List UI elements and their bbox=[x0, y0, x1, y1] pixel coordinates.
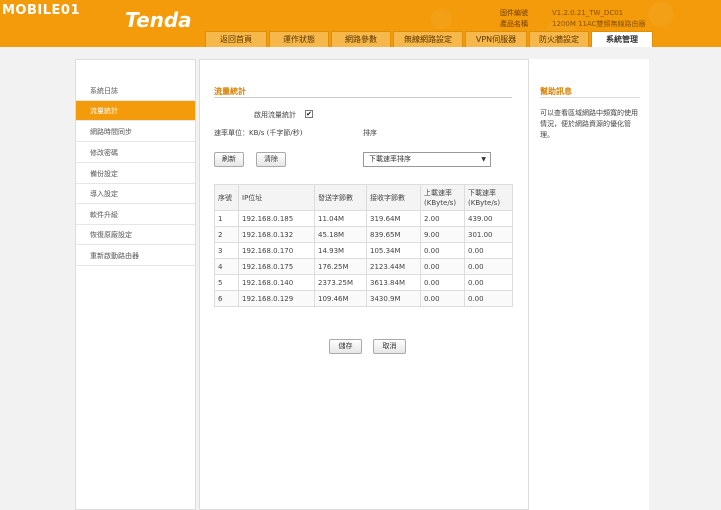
refresh-button[interactable]: 刷新 bbox=[214, 152, 244, 167]
product-label: 產品名稱 bbox=[500, 20, 528, 28]
sidebar: 系統日誌 流量統計 網路時間同步 修改密碼 備份設定 導入設定 軟件升級 恢復原… bbox=[75, 59, 196, 510]
cell-index: 4 bbox=[214, 258, 239, 275]
table-row: 5 192.168.0.140 2373.25M 3613.84M 0.00 0… bbox=[214, 274, 513, 291]
cell-download: 0.00 bbox=[464, 258, 513, 275]
tab-system[interactable]: 系統管理 bbox=[591, 31, 653, 47]
product-value: 1200M 11AC雙頻無線路由器 bbox=[552, 20, 646, 28]
sidebar-item-import[interactable]: 導入設定 bbox=[76, 184, 195, 204]
cell-ip: 192.168.0.129 bbox=[238, 290, 315, 307]
table-row: 3 192.168.0.170 14.93M 105.34M 0.00 0.00 bbox=[214, 242, 513, 259]
brand-logo: Tenda bbox=[125, 8, 192, 32]
chevron-down-icon: ▼ bbox=[481, 156, 486, 163]
sidebar-item-upgrade[interactable]: 軟件升級 bbox=[76, 205, 195, 225]
help-divider bbox=[540, 97, 640, 98]
col-header-ip: IP位址 bbox=[238, 184, 315, 211]
tab-vpn[interactable]: VPN伺服器 bbox=[465, 31, 527, 47]
sort-select[interactable]: 下載速率排序 ▼ bbox=[363, 152, 491, 167]
help-text: 可以查看區域網路中頻寬的使用情況，便於網路資源的優化管理。 bbox=[540, 109, 638, 139]
cell-upload: 0.00 bbox=[420, 258, 465, 275]
cell-sent: 11.04M bbox=[314, 210, 367, 227]
cell-upload: 9.00 bbox=[420, 226, 465, 243]
table-header-row: 序號 IP位址 發送字節數 接收字節數 上載速率 (KByte/s) 下載速率 … bbox=[214, 184, 513, 211]
cell-index: 5 bbox=[214, 274, 239, 291]
tab-status[interactable]: 運作狀態 bbox=[269, 31, 329, 47]
cell-received: 319.64M bbox=[366, 210, 421, 227]
traffic-table: 序號 IP位址 發送字節數 接收字節數 上載速率 (KByte/s) 下載速率 … bbox=[214, 184, 513, 307]
cell-index: 1 bbox=[214, 210, 239, 227]
cell-index: 6 bbox=[214, 290, 239, 307]
tab-network[interactable]: 網路參數 bbox=[331, 31, 391, 47]
cell-download: 301.00 bbox=[464, 226, 513, 243]
site-watermark-logo: MOBILE01 bbox=[2, 3, 80, 18]
sidebar-item-password[interactable]: 修改密碼 bbox=[76, 143, 195, 163]
tab-wireless[interactable]: 無線網路設定 bbox=[393, 31, 463, 47]
cell-upload: 0.00 bbox=[420, 290, 465, 307]
cell-upload: 2.00 bbox=[420, 210, 465, 227]
sidebar-item-factory-reset[interactable]: 恢復原廠設定 bbox=[76, 225, 195, 245]
tab-firewall[interactable]: 防火牆設定 bbox=[529, 31, 589, 47]
tab-home[interactable]: 返回首頁 bbox=[205, 31, 267, 47]
sort-select-value: 下載速率排序 bbox=[369, 155, 411, 163]
cell-received: 2123.44M bbox=[366, 258, 421, 275]
cell-ip: 192.168.0.140 bbox=[238, 274, 315, 291]
cell-ip: 192.168.0.132 bbox=[238, 226, 315, 243]
page-title: 流量統計 bbox=[214, 87, 246, 96]
main-nav-tabs: 返回首頁 運作狀態 網路參數 無線網路設定 VPN伺服器 防火牆設定 系統管理 bbox=[205, 31, 653, 47]
col-header-index: 序號 bbox=[214, 184, 239, 211]
cell-ip: 192.168.0.185 bbox=[238, 210, 315, 227]
help-title: 幫助訊息 bbox=[540, 87, 572, 96]
sidebar-item-time-sync[interactable]: 網路時間同步 bbox=[76, 122, 195, 142]
cell-sent: 14.93M bbox=[314, 242, 367, 259]
cell-sent: 109.46M bbox=[314, 290, 367, 307]
cell-download: 0.00 bbox=[464, 274, 513, 291]
cell-index: 3 bbox=[214, 242, 239, 259]
cell-download: 439.00 bbox=[464, 210, 513, 227]
table-row: 6 192.168.0.129 109.46M 3430.9M 0.00 0.0… bbox=[214, 290, 513, 307]
sidebar-item-backup[interactable]: 備份設定 bbox=[76, 164, 195, 184]
cell-sent: 176.25M bbox=[314, 258, 367, 275]
firmware-value: V1.2.0.21_TW_DC01 bbox=[552, 9, 624, 17]
cell-received: 3613.84M bbox=[366, 274, 421, 291]
cell-download: 0.00 bbox=[464, 290, 513, 307]
cell-sent: 45.18M bbox=[314, 226, 367, 243]
cell-ip: 192.168.0.175 bbox=[238, 258, 315, 275]
col-header-download-rate: 下載速率 (KByte/s) bbox=[464, 184, 513, 211]
cell-download: 0.00 bbox=[464, 242, 513, 259]
col-header-sent: 發送字節數 bbox=[314, 184, 367, 211]
save-button[interactable]: 儲存 bbox=[329, 339, 362, 354]
cell-received: 3430.9M bbox=[366, 290, 421, 307]
cell-sent: 2373.25M bbox=[314, 274, 367, 291]
cell-received: 105.34M bbox=[366, 242, 421, 259]
table-row: 4 192.168.0.175 176.25M 2123.44M 0.00 0.… bbox=[214, 258, 513, 275]
cell-upload: 0.00 bbox=[420, 242, 465, 259]
enable-stats-label: 啟用流量統計 bbox=[254, 111, 296, 119]
col-header-upload-rate: 上載速率 (KByte/s) bbox=[420, 184, 465, 211]
table-row: 2 192.168.0.132 45.18M 839.65M 9.00 301.… bbox=[214, 226, 513, 243]
cell-ip: 192.168.0.170 bbox=[238, 242, 315, 259]
table-row: 1 192.168.0.185 11.04M 319.64M 2.00 439.… bbox=[214, 210, 513, 227]
col-header-received: 接收字節數 bbox=[366, 184, 421, 211]
enable-stats-checkbox[interactable]: ✔ bbox=[305, 110, 313, 118]
cell-upload: 0.00 bbox=[420, 274, 465, 291]
cancel-button[interactable]: 取消 bbox=[373, 339, 406, 354]
cell-received: 839.65M bbox=[366, 226, 421, 243]
firmware-info: 固件編號 V1.2.0.21_TW_DC01 產品名稱 1200M 11AC雙頻無線… bbox=[500, 8, 646, 30]
firmware-label: 固件編號 bbox=[500, 9, 528, 17]
sidebar-item-reboot[interactable]: 重新啟動路由器 bbox=[76, 246, 195, 266]
rate-unit-text: 速率單位：KB/s (千字節/秒) bbox=[214, 129, 303, 137]
clear-button[interactable]: 清除 bbox=[256, 152, 286, 167]
sidebar-item-traffic-stats[interactable]: 流量統計 bbox=[76, 101, 195, 121]
cell-index: 2 bbox=[214, 226, 239, 243]
title-divider bbox=[214, 97, 512, 98]
sidebar-item-syslog[interactable]: 系統日誌 bbox=[76, 81, 195, 101]
sort-label: 排序 bbox=[363, 129, 377, 137]
